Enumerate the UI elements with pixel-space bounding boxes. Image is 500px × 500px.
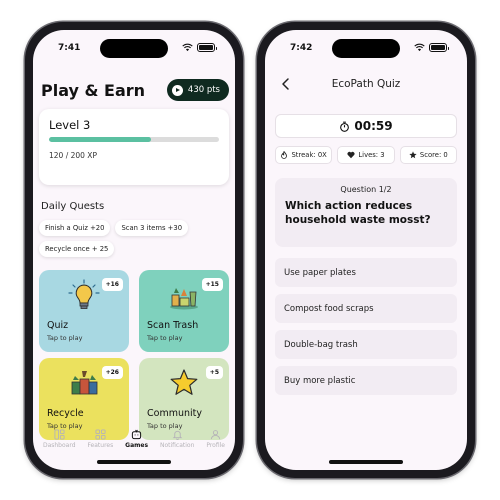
- tab-games[interactable]: Games: [125, 429, 148, 449]
- timer-value: 00:59: [354, 119, 393, 133]
- quiz-timer: 00:59: [275, 114, 457, 138]
- xp-progress-fill: [49, 137, 151, 142]
- points-pill[interactable]: 430 pts: [166, 79, 229, 101]
- game-name: Quiz: [47, 320, 69, 331]
- battery-icon: [197, 43, 217, 52]
- page-title: Play & Earn: [41, 80, 146, 100]
- points-badge: +15: [201, 278, 223, 291]
- lightbulb-icon: [68, 279, 100, 309]
- xp-text: 120 / 200 XP: [49, 151, 97, 160]
- answer-options: Use paper plates Compost food scraps Dou…: [275, 258, 457, 395]
- tab-label: Profile: [206, 442, 225, 449]
- level-title: Level 3: [49, 118, 91, 132]
- home-indicator: [329, 460, 403, 464]
- status-time: 7:41: [58, 43, 81, 53]
- nav-title: EcoPath Quiz: [331, 78, 401, 90]
- home-indicator: [97, 460, 171, 464]
- phone-frame-left: 7:41 Play & Earn 430 pts Level 3 120 / 2…: [25, 22, 243, 478]
- question-index: Question 1/2: [340, 185, 392, 194]
- tab-profile[interactable]: Profile: [206, 429, 225, 449]
- tab-label: Features: [87, 442, 114, 449]
- back-arrow-icon[interactable]: [279, 77, 293, 91]
- status-icons: [414, 43, 449, 52]
- quest-chip[interactable]: Recycle once + 25: [39, 241, 115, 257]
- points-label: 430 pts: [187, 85, 220, 95]
- nav-header: EcoPath Quiz: [265, 72, 467, 96]
- battery-icon: [429, 43, 449, 52]
- games-grid: +16 Quiz Tap to play +15 Scan Trash Tap …: [39, 270, 229, 440]
- points-badge: +16: [101, 278, 123, 291]
- tab-features[interactable]: Features: [87, 429, 113, 449]
- bell-icon: [172, 430, 182, 440]
- quest-chip[interactable]: Finish a Quiz +20: [39, 220, 111, 236]
- quest-chip[interactable]: Scan 3 items +30: [115, 220, 189, 236]
- quiz-screen: 7:42 EcoPath Quiz 00:59 Streak: 0X Lives…: [265, 30, 467, 470]
- answer-option[interactable]: Use paper plates: [275, 258, 457, 287]
- score-stat: Score: 0: [399, 146, 457, 164]
- game-subtitle: Tap to play: [47, 334, 83, 342]
- recycle-bins-icon: [71, 371, 98, 395]
- points-badge: +26: [101, 366, 123, 379]
- tab-label: Games: [125, 442, 149, 449]
- lives-label: Lives: 3: [358, 151, 385, 159]
- status-icons: [182, 43, 217, 52]
- person-icon: [211, 430, 221, 440]
- question-card: Question 1/2 Which action reduces househ…: [275, 178, 457, 247]
- tab-label: Dashboard: [42, 442, 76, 449]
- star-icon: [409, 151, 417, 159]
- play-and-earn-screen: 7:41 Play & Earn 430 pts Level 3 120 / 2…: [33, 30, 235, 470]
- tab-dashboard[interactable]: Dashboard: [43, 429, 76, 449]
- heart-icon: [347, 151, 355, 159]
- phone-frame-right: 7:42 EcoPath Quiz 00:59 Streak: 0X Lives…: [257, 22, 475, 478]
- daily-quests-title: Daily Quests: [41, 201, 105, 212]
- lives-stat: Lives: 3: [337, 146, 395, 164]
- star-icon: [170, 369, 198, 395]
- dynamic-island: [100, 39, 168, 58]
- xp-progress-bar: [49, 137, 219, 142]
- title-row: Play & Earn 430 pts: [41, 79, 229, 101]
- trash-pile-icon: [170, 288, 198, 310]
- game-name: Scan Trash: [147, 320, 199, 331]
- tab-label: Notification: [159, 442, 195, 449]
- score-label: Score: 0: [419, 151, 448, 159]
- dashboard-icon: [54, 429, 65, 440]
- question-text: Which action reduces household waste mos…: [285, 200, 431, 227]
- wifi-icon: [414, 43, 425, 52]
- level-card: Level 3 120 / 200 XP: [39, 109, 229, 185]
- game-name: Recycle: [47, 408, 84, 419]
- quest-chips: Finish a Quiz +20 Scan 3 items +30 Recyc…: [39, 220, 229, 257]
- game-name: Community: [147, 408, 202, 419]
- streak-label: Streak: 0X: [291, 151, 327, 159]
- streak-stat: Streak: 0X: [275, 146, 333, 164]
- game-subtitle: Tap to play: [147, 334, 183, 342]
- points-badge: +5: [205, 366, 223, 379]
- quiz-stats: Streak: 0X Lives: 3 Score: 0: [275, 146, 457, 164]
- dynamic-island: [332, 39, 400, 58]
- game-card-quiz[interactable]: +16 Quiz Tap to play: [39, 270, 129, 352]
- answer-option[interactable]: Buy more plastic: [275, 366, 457, 395]
- wifi-icon: [182, 43, 193, 52]
- game-card-scan-trash[interactable]: +15 Scan Trash Tap to play: [139, 270, 229, 352]
- status-time: 7:42: [290, 43, 313, 53]
- grid-icon: [95, 429, 106, 440]
- points-icon: [171, 84, 183, 96]
- gamepad-icon: [131, 429, 142, 440]
- answer-option[interactable]: Compost food scraps: [275, 294, 457, 323]
- tab-notification[interactable]: Notification: [160, 429, 194, 449]
- stopwatch-icon: [340, 121, 350, 132]
- answer-option[interactable]: Double-bag trash: [275, 330, 457, 359]
- bottom-tab-bar: Dashboard Features Games Notification Pr…: [33, 422, 235, 456]
- flame-icon: [281, 151, 288, 159]
